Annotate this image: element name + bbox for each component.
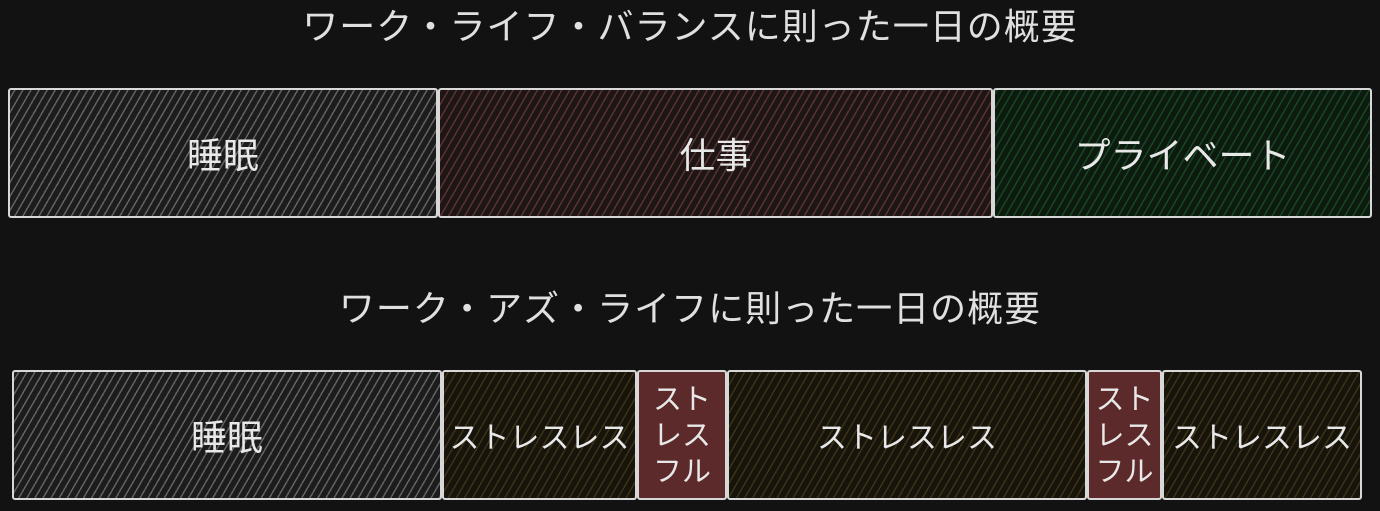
segment-stressful: ストレスフル: [637, 370, 727, 500]
segment-label: ストレスレス: [449, 421, 630, 456]
segment-label: 睡眠: [186, 136, 259, 177]
work-life-balance-bar: 睡眠 仕事 プライベート: [8, 88, 1372, 218]
segment-stressless: ストレスレス: [442, 370, 637, 500]
segment-label: ストレスフル: [652, 382, 711, 488]
segment-stressless: ストレスレス: [727, 370, 1087, 500]
segment-work: 仕事: [438, 88, 993, 218]
segment-label: 仕事: [679, 136, 752, 177]
segment-label: ストレスレス: [1172, 421, 1352, 456]
segment-label: ストレスフル: [1095, 382, 1154, 488]
segment-sleep: 睡眠: [8, 88, 438, 218]
segment-label: プライベート: [1074, 136, 1291, 177]
segment-label: 睡眠: [190, 418, 263, 459]
segment-private: プライベート: [993, 88, 1372, 218]
diagram1-title: ワーク・ライフ・バランスに則った一日の概要: [302, 7, 1078, 48]
segment-stressful: ストレスフル: [1087, 370, 1162, 500]
diagram2-title: ワーク・アズ・ライフに則った一日の概要: [338, 289, 1042, 330]
work-as-life-bar: 睡眠 ストレスレス ストレスフル ストレスレス ストレスフル ストレスレス: [12, 370, 1362, 500]
segment-stressless: ストレスレス: [1162, 370, 1362, 500]
segment-label: ストレスレス: [817, 421, 997, 456]
segment-sleep: 睡眠: [12, 370, 442, 500]
